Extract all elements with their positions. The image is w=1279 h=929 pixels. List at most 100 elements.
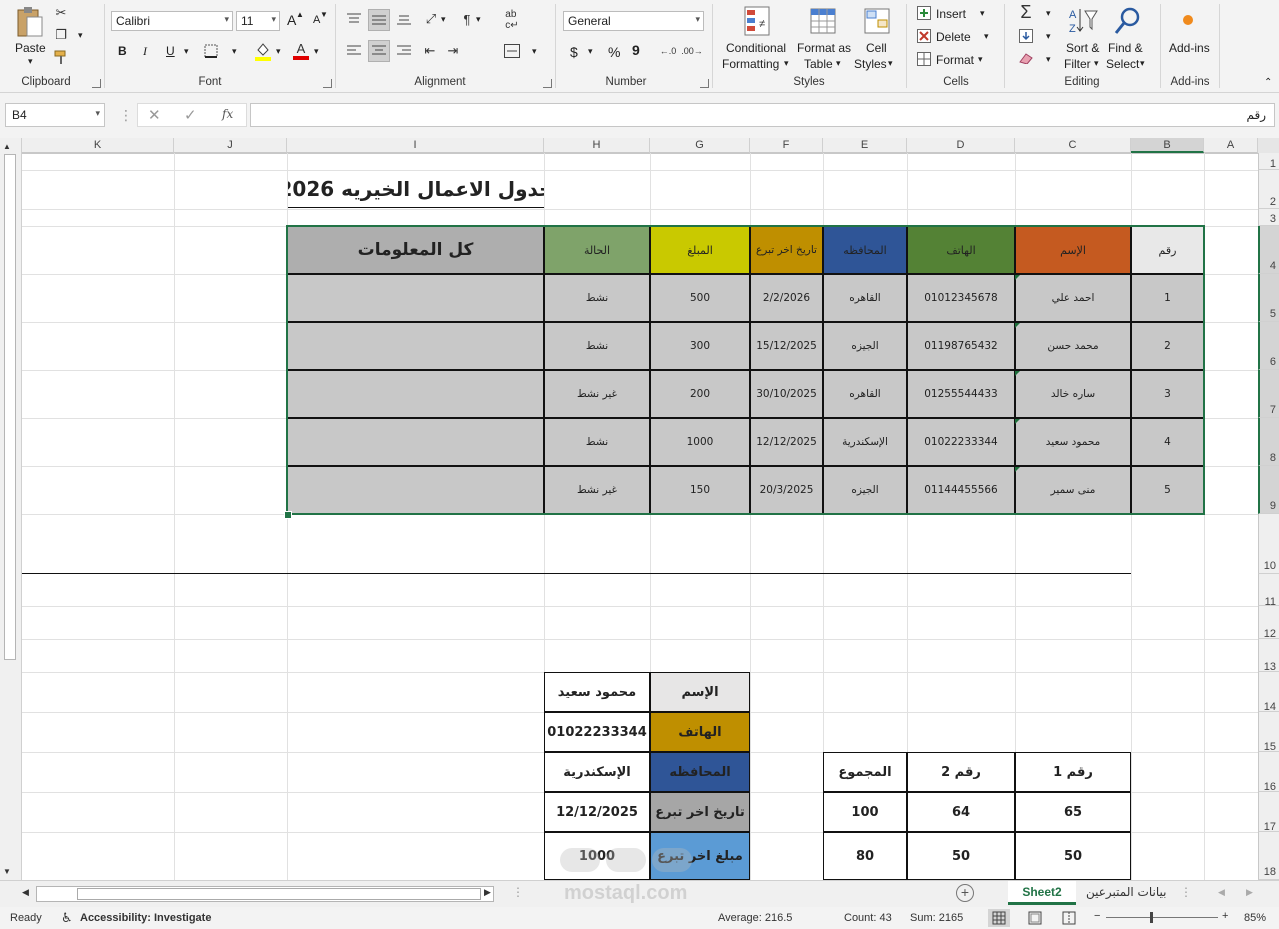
conditional-formatting-label-2[interactable]: Formatting — [722, 57, 779, 71]
page-break-preview-icon[interactable] — [1058, 909, 1080, 927]
borders-dropdown-icon[interactable]: ▾ — [232, 46, 237, 57]
tab-splitter-icon[interactable]: ⋮ — [1180, 885, 1192, 899]
add-ins-button[interactable]: Add-ins — [1169, 41, 1210, 55]
cell-phone[interactable]: 01144455566 — [907, 466, 1015, 514]
cell-gov[interactable]: القاهره — [823, 274, 907, 322]
underline-dropdown-icon[interactable]: ▾ — [184, 46, 189, 57]
paste-icon[interactable] — [14, 4, 46, 40]
page-layout-icon[interactable] — [1024, 909, 1046, 927]
insert-function-button[interactable]: fx — [222, 107, 233, 121]
header-phone[interactable]: الهاتف — [907, 226, 1015, 274]
insert-cells-icon[interactable] — [916, 5, 932, 21]
bottom-align-icon[interactable] — [394, 10, 414, 28]
cell-name[interactable]: محمود سعيد — [1015, 418, 1131, 466]
insert-dropdown-icon[interactable]: ▾ — [980, 8, 985, 19]
currency-dropdown-icon[interactable]: ▾ — [588, 46, 593, 57]
formula-input[interactable]: رقم — [250, 103, 1275, 127]
cell-gov[interactable]: الإسكندرية — [823, 418, 907, 466]
cell-styles-label-2[interactable]: Styles — [854, 57, 887, 71]
align-right-icon[interactable] — [394, 42, 414, 60]
header-amount[interactable]: المبلغ — [650, 226, 750, 274]
confirm-entry-icon[interactable]: ✓ — [184, 106, 197, 124]
sum-cell[interactable]: 64 — [907, 792, 1015, 832]
lookup-value-phone[interactable]: 01022233344 — [544, 712, 650, 752]
cell-date[interactable]: 15/12/2025 — [750, 322, 823, 370]
row-header-4[interactable]: 4 — [1258, 226, 1279, 274]
sum-header-num1[interactable]: رقم 1 — [1015, 752, 1131, 792]
lookup-label-amount[interactable]: مبلغ اخر تبرع — [650, 832, 750, 880]
conditional-dropdown-icon[interactable]: ▾ — [784, 58, 789, 69]
tab-sheet2[interactable]: Sheet2 — [1008, 881, 1076, 905]
column-header-G[interactable]: G — [650, 138, 750, 153]
column-header-K[interactable]: K — [22, 138, 174, 153]
sort-filter-dropdown-icon[interactable]: ▾ — [1094, 58, 1099, 69]
cell-styles-icon[interactable] — [862, 4, 892, 38]
row-header-8[interactable]: 8 — [1258, 418, 1279, 466]
row-header-18[interactable]: 18 — [1258, 832, 1279, 880]
normal-view-icon[interactable] — [988, 909, 1010, 927]
cell-num[interactable]: 2 — [1131, 322, 1204, 370]
cell-amount[interactable]: 500 — [650, 274, 750, 322]
cell-date[interactable]: 30/10/2025 — [750, 370, 823, 418]
cell-styles-label-1[interactable]: Cell — [866, 41, 887, 55]
delete-cells-icon[interactable] — [916, 28, 932, 44]
row-header-16[interactable]: 16 — [1258, 752, 1279, 793]
lookup-label-gov[interactable]: المحافظه — [650, 752, 750, 792]
bold-button[interactable]: B — [118, 44, 127, 58]
cell-name[interactable]: منى سمير — [1015, 466, 1131, 514]
vertical-scrollbar[interactable]: ▲ ▼ — [0, 138, 22, 880]
cell-gov[interactable]: الجيزه — [823, 466, 907, 514]
cell-date[interactable]: 12/12/2025 — [750, 418, 823, 466]
zoom-in-button[interactable]: + — [1222, 910, 1228, 922]
accessibility-icon[interactable]: ♿ — [61, 910, 73, 926]
cell-date[interactable]: 20/3/2025 — [750, 466, 823, 514]
sum-cell[interactable]: 65 — [1015, 792, 1131, 832]
worksheet-grid[interactable]: ▲ ▼ K J I H G F E D C B A 1 2 3 4 5 6 7 … — [0, 138, 1279, 880]
conditional-formatting-icon[interactable]: ≠ — [742, 4, 772, 38]
header-name[interactable]: الإسم — [1015, 226, 1131, 274]
underline-button[interactable]: U — [166, 44, 175, 58]
italic-button[interactable]: I — [143, 44, 147, 59]
scroll-down-icon[interactable]: ▼ — [3, 867, 11, 876]
cell-status[interactable]: غير نشط — [544, 370, 650, 418]
sort-filter-icon[interactable]: AZ — [1066, 4, 1100, 38]
zoom-slider-thumb[interactable] — [1150, 912, 1153, 923]
row-header-6[interactable]: 6 — [1258, 322, 1279, 370]
row-header-14[interactable]: 14 — [1258, 672, 1279, 713]
delete-button[interactable]: Delete — [936, 30, 971, 44]
cell-num[interactable]: 5 — [1131, 466, 1204, 514]
top-align-icon[interactable] — [344, 10, 364, 28]
add-ins-icon[interactable] — [1176, 8, 1200, 32]
cancel-entry-icon[interactable]: ✕ — [148, 106, 161, 124]
increase-decimal-icon[interactable]: ←.0 — [658, 42, 678, 60]
column-header-H[interactable]: H — [544, 138, 650, 153]
cell-date[interactable]: 2/2/2026 — [750, 274, 823, 322]
percent-button[interactable]: % — [608, 44, 620, 60]
cell-gov[interactable]: الجيزه — [823, 322, 907, 370]
merge-center-icon[interactable] — [502, 42, 522, 60]
column-header-F[interactable]: F — [750, 138, 823, 153]
sort-filter-label-1[interactable]: Sort & — [1066, 41, 1099, 55]
select-all-corner[interactable] — [1258, 138, 1279, 153]
orientation-dropdown-icon[interactable]: ▾ — [441, 14, 446, 25]
row-header-7[interactable]: 7 — [1258, 370, 1279, 418]
cell-all-info[interactable] — [287, 418, 544, 466]
tab-donors-data[interactable]: بيانات المتبرعين — [1086, 885, 1166, 899]
clipboard-launcher-icon[interactable] — [92, 79, 101, 88]
sum-header-num2[interactable]: رقم 2 — [907, 752, 1015, 792]
cell-phone[interactable]: 01198765432 — [907, 322, 1015, 370]
delete-dropdown-icon[interactable]: ▾ — [984, 31, 989, 42]
cell-all-info[interactable] — [287, 274, 544, 322]
fill-dropdown-icon[interactable]: ▾ — [1046, 31, 1051, 42]
cell-all-info[interactable] — [287, 466, 544, 514]
cell-status[interactable]: غير نشط — [544, 466, 650, 514]
horizontal-scroll-thumb[interactable] — [77, 888, 481, 900]
cell-all-info[interactable] — [287, 322, 544, 370]
scroll-right-icon[interactable]: ▶ — [484, 887, 491, 898]
row-header-11[interactable]: 11 — [1258, 574, 1279, 608]
row-header-12[interactable]: 12 — [1258, 606, 1279, 640]
find-select-label-2[interactable]: Select — [1106, 57, 1139, 71]
cut-icon[interactable]: ✂ — [52, 4, 70, 22]
header-gov[interactable]: المحافظه — [823, 226, 907, 274]
cell-status[interactable]: نشط — [544, 418, 650, 466]
